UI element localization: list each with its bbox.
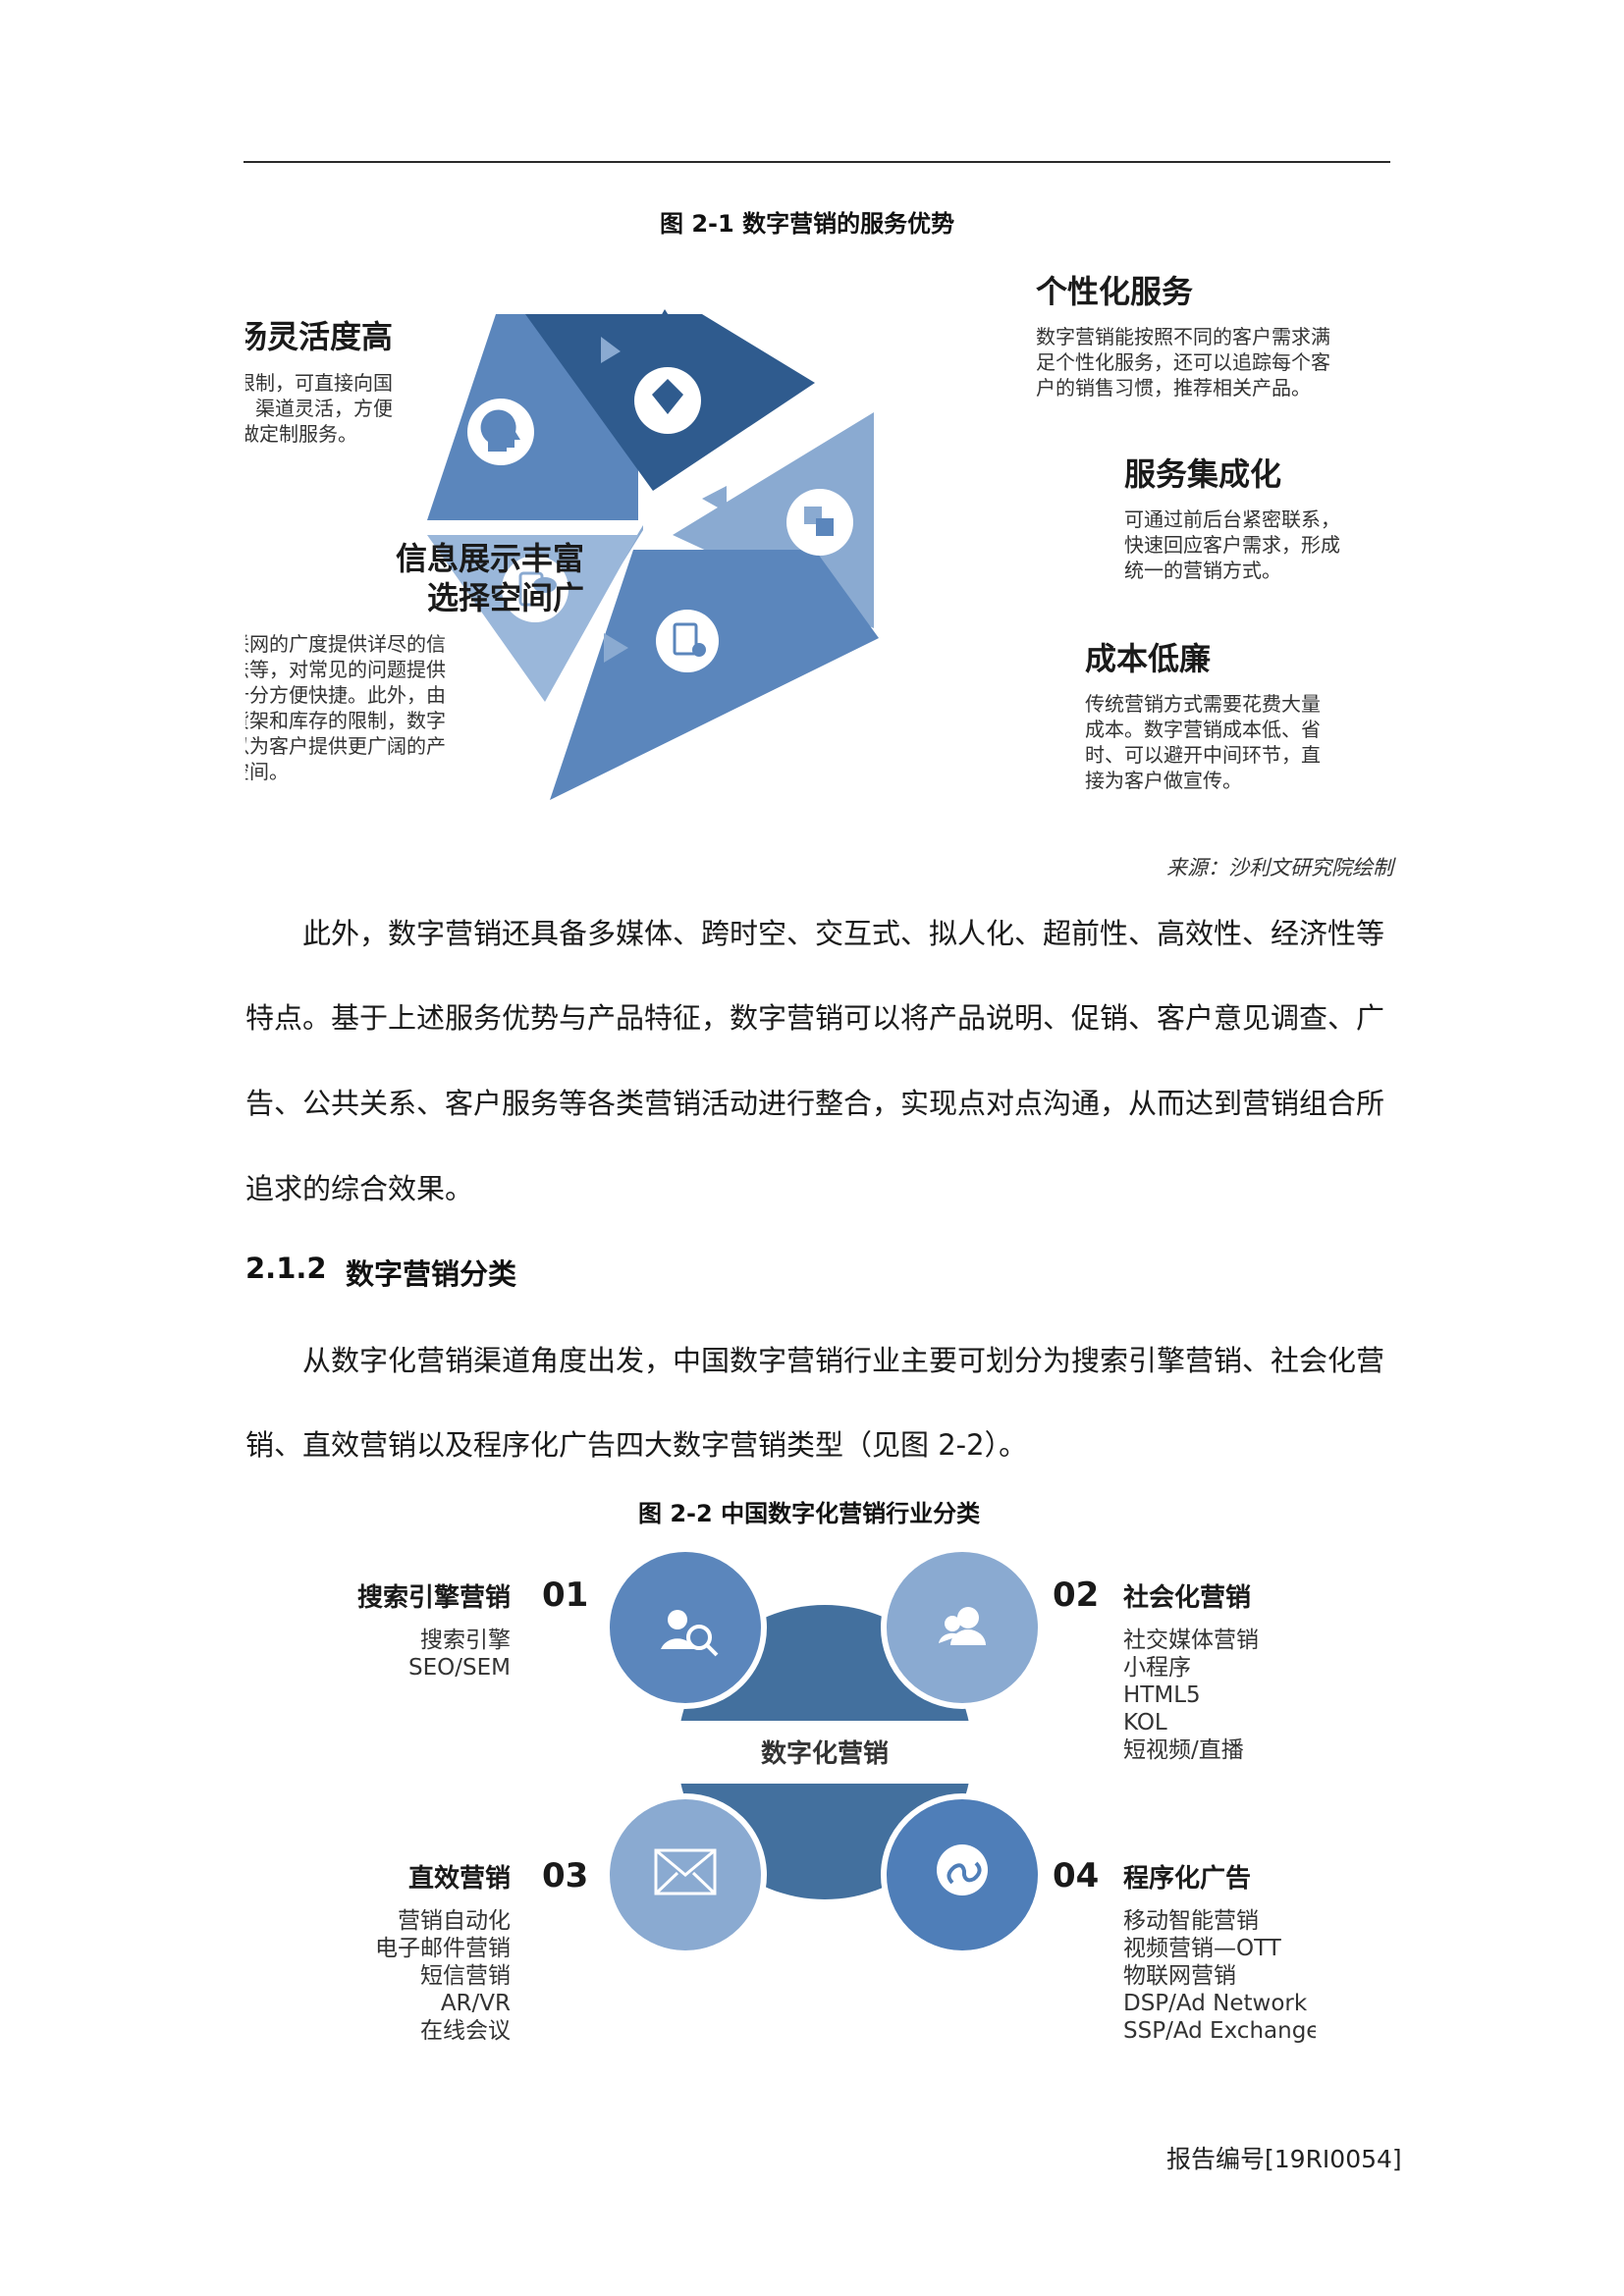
quadrant-02-item: 小程序 [1123,1655,1191,1681]
figure-1-title: 图 2-1 数字营销的服务优势 [660,210,955,238]
pointer-3 [702,486,727,512]
item2-desc-line: 足个性化服务，还可以追踪每个客 [1036,350,1330,374]
calculator-icon [656,610,719,672]
quadrant-02-title: 社会化营销 [1123,1582,1251,1613]
quadrant-02-circle [881,1546,1044,1709]
quadrant-01-item: SEO/SEM [408,1655,511,1681]
section-number: 2.1.2 [245,1252,327,1285]
paragraph-2-line-1: 从数字化营销渠道角度出发，中国数字营销行业主要可划分为搜索引擎营销、社会化营 [302,1344,1385,1377]
quadrant-04-title: 程序化广告 [1123,1863,1251,1894]
item1-desc-line: 为客户做定制服务。 [245,422,357,446]
item3-desc-line: 快速回应客户需求，形成 [1124,533,1340,557]
quadrant-02-item: 社交媒体营销 [1123,1628,1259,1653]
item4-desc-line: 于不受货架和库存的限制，数字 [245,709,446,732]
report-number: 报告编号[19RI0054] [1166,2145,1402,2173]
paragraph-1-line-2: 特点。基于上述服务优势与产品特征，数字营销可以将产品说明、促销、客户意见调查、广 [245,1001,1385,1035]
center-label: 数字化营销 [761,1738,889,1769]
quadrant-03-number: 03 [542,1856,588,1896]
quadrant-02-item: HTML5 [1123,1682,1201,1708]
item5-desc-line: 接为客户做宣传。 [1085,769,1242,792]
quadrant-03-item: 在线会议 [420,2018,511,2044]
item4-title: 信息展示丰富 [396,540,584,577]
figure-1-source: 来源：沙利文研究院绘制 [1166,856,1393,880]
paragraph-2-line-2: 销、直效营销以及程序化广告四大数字营销类型（见图 2-2）。 [245,1428,1028,1462]
item3-title: 服务集成化 [1124,455,1281,493]
quadrant-04-item: 视频营销—OTT [1123,1936,1282,1961]
quadrant-04-item: 移动智能营销 [1123,1908,1259,1934]
item5-desc-line: 时、可以避开中间环节，直 [1085,743,1321,767]
quadrant-02-number: 02 [1053,1575,1099,1615]
quadrant-01-title: 搜索引擎营销 [357,1583,511,1613]
item4-desc-line: 营销可以为客户提供更广阔的产 [245,734,446,758]
figure-2-diagram: 数字化营销 搜索引擎营销 01 搜索引擎 SEO/SEM 02 社会化营销 社交… [357,1546,1316,2044]
item2-desc-line: 户的销售习惯，推荐相关产品。 [1036,376,1311,400]
quadrant-03-item: 短信营销 [420,1963,511,1989]
figure-2-title: 图 2-2 中国数字化营销行业分类 [638,1500,981,1527]
item2-desc-line: 数字营销能按照不同的客户需求满 [1036,325,1330,348]
quadrant-03-item: 电子邮件营销 [375,1936,511,1961]
item5-desc-line: 传统营销方式需要花费大量 [1085,692,1321,716]
item4-title-2: 选择空间广 [427,579,584,616]
quadrant-04-number: 04 [1053,1856,1099,1896]
quadrant-03-item: 营销自动化 [398,1908,511,1934]
paragraph-1-line-1: 此外，数字营销还具备多媒体、跨时空、交互式、拟人化、超前性、高效性、经济性等 [302,917,1385,950]
quadrant-03-item: AR/VR [441,1991,511,2016]
quadrant-04-item: SSP/Ad Exchange [1123,2018,1316,2044]
paragraph-1-line-4: 追求的综合效果。 [245,1172,474,1205]
item3-desc-line: 可通过前后台紧密联系， [1124,507,1340,531]
quadrant-03-title: 直效营销 [408,1863,511,1894]
quadrant-01-circle [604,1546,767,1709]
item1-title: 市场灵活度高 [245,318,393,355]
item4-desc-line: 息和方法等，对常见的问题提供 [245,658,446,681]
item4-desc-line: 品展示空间。 [245,760,289,783]
mini-program-icon [937,1844,988,1896]
item4-desc-line: 利用互联网的广度提供详尽的信 [245,632,446,656]
figure-1-diagram: 市场灵活度高 地域方面不受限制，可直接向国 外宣传。产品，渠道灵活，方便 为客户… [245,273,1340,800]
quadrant-02-item: KOL [1123,1710,1167,1735]
quadrant-04-item: 物联网营销 [1123,1963,1236,1989]
paragraph-1-line-3: 告、公共关系、客户服务等各类营销活动进行整合，实现点对点沟通，从而达到营销组合所 [245,1087,1385,1120]
item4-desc-line: 解答。十分方便快捷。此外，由 [245,683,446,707]
section-title: 数字营销分类 [346,1257,517,1291]
quadrant-01-item: 搜索引擎 [420,1628,511,1653]
item1-desc-line: 地域方面不受限制，可直接向国 [245,371,393,395]
item3-desc-line: 统一的营销方式。 [1124,559,1281,582]
quadrant-04-item: DSP/Ad Network [1123,1991,1308,2016]
item5-desc-line: 成本。数字营销成本低、省 [1085,718,1321,741]
item5-title: 成本低廉 [1085,640,1211,677]
quadrant-01-number: 01 [542,1575,588,1615]
item2-title: 个性化服务 [1036,273,1193,310]
header-rule [244,161,1390,163]
quadrant-02-item: 短视频/直播 [1123,1737,1244,1763]
item1-desc-line: 外宣传。产品，渠道灵活，方便 [245,397,393,420]
